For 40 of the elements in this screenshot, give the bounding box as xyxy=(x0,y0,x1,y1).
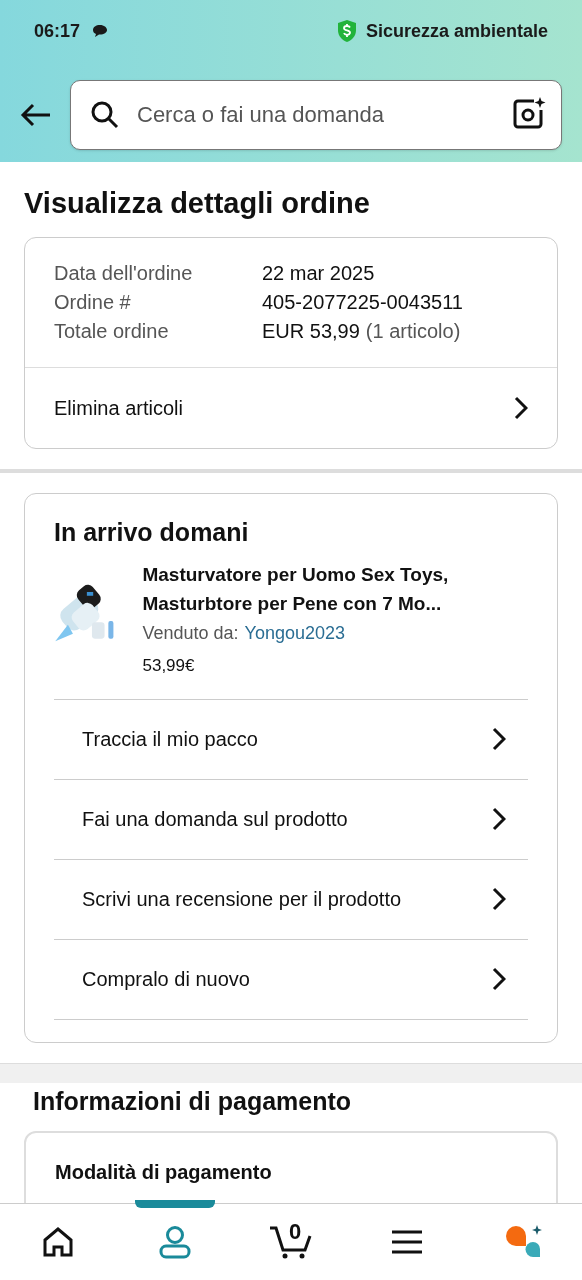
cart-tab[interactable]: 0 xyxy=(250,1204,331,1280)
cart-icon xyxy=(268,1225,313,1259)
back-arrow-icon[interactable] xyxy=(20,103,52,127)
order-field-value: 405-2077225-0043511 xyxy=(262,290,463,315)
chevron-right-icon xyxy=(492,807,506,831)
camera-icon[interactable] xyxy=(512,96,546,130)
action-row[interactable]: Traccia il mio pacco xyxy=(54,698,528,779)
delete-items-row[interactable]: Elimina articoli xyxy=(25,368,557,448)
chat-bubbles-icon xyxy=(504,1225,543,1259)
person-icon xyxy=(157,1225,192,1259)
chevron-right-icon xyxy=(492,967,506,991)
security-status: Sicurezza ambientale xyxy=(365,19,548,43)
action-row[interactable]: Compralo di nuovo xyxy=(54,938,528,1019)
payment-method-label: Modalità di pagamento xyxy=(55,1159,273,1185)
action-row[interactable]: Scrivi una recensione per il prodotto xyxy=(54,858,528,939)
chevron-right-icon xyxy=(492,727,506,751)
seller-label: Venduto da: xyxy=(142,622,239,645)
status-time: 06:17 xyxy=(34,19,81,43)
menu-icon xyxy=(392,1230,423,1254)
chat-bubble-icon xyxy=(92,24,109,38)
order-field-label: Totale ordine xyxy=(54,319,170,344)
order-field-label: Data dell'ordine xyxy=(54,261,194,286)
search-icon xyxy=(90,100,120,130)
page-title: Visualizza dettagli ordine xyxy=(24,186,371,221)
cart-count: 0 xyxy=(288,1218,302,1246)
section-heading: Informazioni di pagamento xyxy=(33,1085,353,1117)
order-field-value: 22 mar 2025 xyxy=(262,261,375,286)
shield-icon xyxy=(335,19,358,43)
seller-link[interactable]: Yongou2023 xyxy=(244,620,345,647)
order-field-label: Ordine # xyxy=(54,290,132,315)
order-field-value: EUR 53,99 xyxy=(262,319,360,344)
product-title[interactable]: Masturvatore per Uomo Sex Toys, Masturbtore per Pene con 7 Mo... xyxy=(142,560,528,618)
action-row[interactable]: Fai una domanda sul prodotto xyxy=(54,778,528,859)
item-count: (1 articolo) xyxy=(365,319,461,344)
search-field[interactable]: Cerca o fai una domanda xyxy=(70,80,562,150)
chevron-right-icon xyxy=(514,396,528,420)
product-price: 53,99€ xyxy=(142,655,196,677)
shipment-heading: In arrivo domani xyxy=(54,517,250,548)
home-icon xyxy=(42,1227,75,1257)
chevron-right-icon xyxy=(492,887,506,911)
